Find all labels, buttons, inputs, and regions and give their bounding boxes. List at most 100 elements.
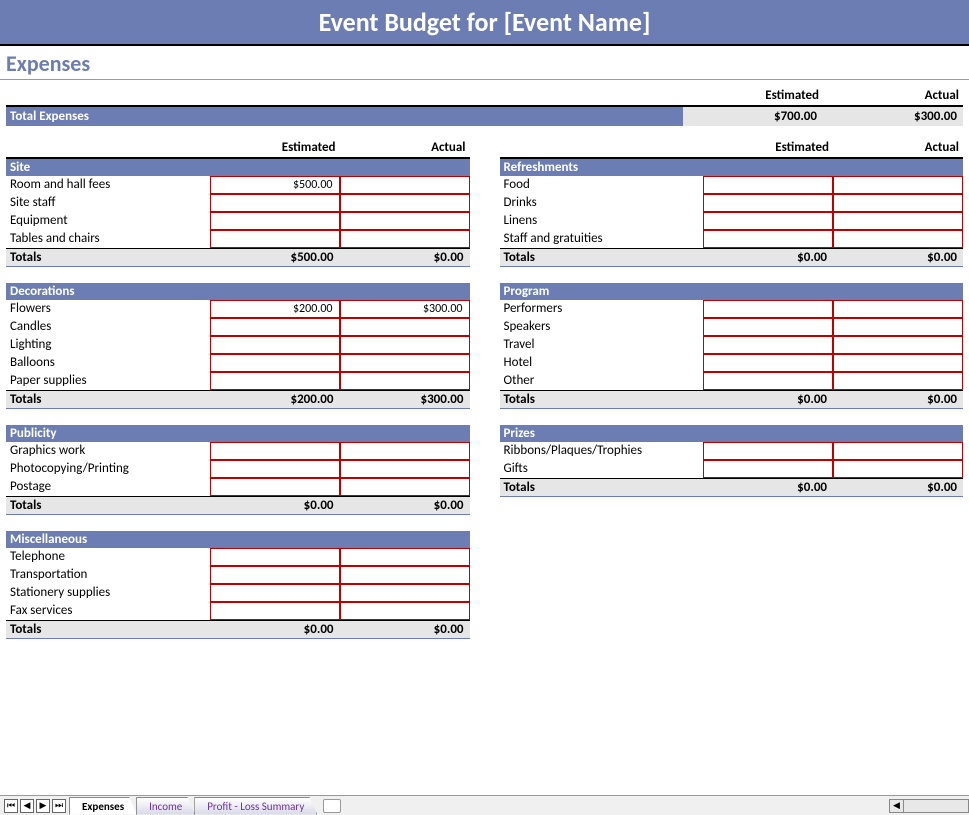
line-item-actual[interactable] — [340, 584, 470, 602]
line-item-estimated[interactable] — [210, 566, 340, 584]
line-item-row: Other — [500, 372, 964, 390]
line-item-name: Speakers — [500, 318, 704, 336]
line-item-estimated[interactable] — [210, 548, 340, 566]
sheet-tab-bar: ⏮ ◀ ▶ ⏭ Expenses Income Profit - Loss Su… — [0, 795, 969, 815]
line-item-estimated[interactable] — [703, 176, 833, 194]
line-item-actual[interactable] — [340, 212, 470, 230]
totals-actual: $0.00 — [340, 249, 470, 266]
line-item-estimated[interactable] — [703, 336, 833, 354]
line-item-name: Travel — [500, 336, 704, 354]
line-item-estimated[interactable] — [210, 584, 340, 602]
new-sheet-icon[interactable] — [323, 799, 341, 813]
line-item-actual[interactable] — [340, 336, 470, 354]
group-title: Decorations — [6, 283, 470, 300]
tab-income[interactable]: Income — [136, 797, 195, 815]
line-item-actual[interactable] — [833, 318, 963, 336]
line-item-name: Lighting — [6, 336, 210, 354]
line-item-actual[interactable] — [340, 354, 470, 372]
line-item-estimated[interactable] — [210, 318, 340, 336]
group-title: Prizes — [500, 425, 964, 442]
line-item-actual[interactable] — [340, 176, 470, 194]
line-item-actual[interactable] — [340, 602, 470, 620]
totals-actual: $300.00 — [340, 391, 470, 408]
line-item-row: Paper supplies — [6, 372, 470, 390]
expense-group: ProgramPerformersSpeakersTravelHotelOthe… — [500, 283, 964, 409]
line-item-actual[interactable] — [833, 442, 963, 460]
line-item-estimated[interactable] — [210, 230, 340, 248]
line-item-estimated[interactable]: $200.00 — [210, 300, 340, 318]
line-item-actual[interactable] — [833, 372, 963, 390]
line-item-estimated[interactable] — [210, 460, 340, 478]
line-item-estimated[interactable] — [703, 300, 833, 318]
line-item-actual[interactable] — [340, 548, 470, 566]
nav-prev-icon[interactable]: ◀ — [20, 799, 34, 813]
line-item-name: Site staff — [6, 194, 210, 212]
nav-last-icon[interactable]: ⏭ — [52, 799, 66, 813]
line-item-actual[interactable] — [340, 318, 470, 336]
totals-label: Totals — [500, 391, 704, 408]
line-item-estimated[interactable] — [703, 372, 833, 390]
line-item-estimated[interactable] — [703, 230, 833, 248]
col-act-label: Actual — [340, 138, 470, 157]
line-item-estimated[interactable] — [210, 602, 340, 620]
totals-label: Totals — [6, 497, 210, 514]
line-item-name: Candles — [6, 318, 210, 336]
line-item-estimated[interactable] — [703, 442, 833, 460]
line-item-estimated[interactable] — [210, 442, 340, 460]
nav-next-icon[interactable]: ▶ — [36, 799, 50, 813]
tab-expenses[interactable]: Expenses — [69, 797, 137, 815]
totals-actual: $0.00 — [833, 391, 963, 408]
line-item-row: Candles — [6, 318, 470, 336]
totals-actual: $0.00 — [340, 621, 470, 638]
line-item-estimated[interactable] — [703, 460, 833, 478]
line-item-estimated[interactable] — [210, 212, 340, 230]
line-item-actual[interactable] — [340, 230, 470, 248]
nav-first-icon[interactable]: ⏮ — [4, 799, 18, 813]
group-totals-row: Totals$0.00$0.00 — [500, 248, 964, 267]
summary-act-label: Actual — [823, 86, 963, 105]
line-item-estimated[interactable]: $500.00 — [210, 176, 340, 194]
line-item-actual[interactable] — [833, 354, 963, 372]
line-item-estimated[interactable] — [703, 194, 833, 212]
line-item-row: Ribbons/Plaques/Trophies — [500, 442, 964, 460]
line-item-actual[interactable] — [833, 230, 963, 248]
line-item-actual[interactable] — [833, 212, 963, 230]
totals-estimated: $0.00 — [210, 497, 340, 514]
line-item-actual[interactable] — [340, 442, 470, 460]
line-item-estimated[interactable] — [210, 372, 340, 390]
line-item-estimated[interactable] — [210, 478, 340, 496]
group-title: Refreshments — [500, 159, 964, 176]
line-item-actual[interactable] — [340, 566, 470, 584]
left-col-header: Estimated Actual — [6, 138, 470, 159]
expense-group: DecorationsFlowers$200.00$300.00CandlesL… — [6, 283, 470, 409]
line-item-actual[interactable] — [833, 460, 963, 478]
line-item-row: Staff and gratuities — [500, 230, 964, 248]
line-item-actual[interactable] — [340, 372, 470, 390]
totals-estimated: $0.00 — [703, 391, 833, 408]
line-item-name: Paper supplies — [6, 372, 210, 390]
line-item-estimated[interactable] — [703, 318, 833, 336]
line-item-actual[interactable] — [340, 460, 470, 478]
line-item-name: Balloons — [6, 354, 210, 372]
line-item-estimated[interactable] — [210, 336, 340, 354]
line-item-actual[interactable] — [833, 336, 963, 354]
line-item-actual[interactable]: $300.00 — [340, 300, 470, 318]
summary-header: Estimated Actual — [6, 86, 963, 107]
totals-estimated: $0.00 — [210, 621, 340, 638]
line-item-actual[interactable] — [833, 300, 963, 318]
tab-profit-loss[interactable]: Profit - Loss Summary — [194, 797, 317, 815]
line-item-row: Gifts — [500, 460, 964, 478]
line-item-actual[interactable] — [833, 176, 963, 194]
line-item-actual[interactable] — [833, 194, 963, 212]
line-item-actual[interactable] — [340, 478, 470, 496]
scroll-left-icon[interactable]: ◀ — [890, 800, 904, 812]
line-item-estimated[interactable] — [210, 354, 340, 372]
totals-actual: $0.00 — [833, 249, 963, 266]
line-item-estimated[interactable] — [703, 212, 833, 230]
line-item-estimated[interactable] — [703, 354, 833, 372]
line-item-row: Telephone — [6, 548, 470, 566]
line-item-actual[interactable] — [340, 194, 470, 212]
group-title: Program — [500, 283, 964, 300]
line-item-estimated[interactable] — [210, 194, 340, 212]
horizontal-scrollbar[interactable]: ◀ — [889, 799, 969, 813]
